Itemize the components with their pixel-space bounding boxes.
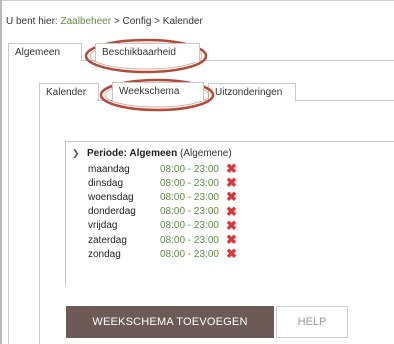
day-time[interactable]: 08:00 - 23:00	[160, 164, 226, 175]
day-row-zondag: zondag 08:00 - 23:00 ✖	[88, 247, 237, 261]
breadcrumb-item-kalender: Kalender	[162, 16, 203, 27]
tab-kalender-label: Kalender	[46, 87, 87, 98]
day-time[interactable]: 08:00 - 23:00	[160, 220, 226, 231]
day-name: vrijdag	[88, 220, 118, 232]
day-time[interactable]: 08:00 - 23:00	[160, 249, 226, 260]
delete-icon[interactable]: ✖	[226, 190, 237, 203]
day-name: woensdag	[88, 191, 134, 203]
breadcrumb-item-config[interactable]: Config	[122, 16, 151, 27]
day-row-zaterdag: zaterdag 08:00 - 23:00 ✖	[88, 233, 237, 247]
period-header[interactable]: ❯ Periode: Algemeen (Algemene)	[72, 148, 232, 159]
breadcrumb-separator: >	[154, 16, 161, 27]
day-row-vrijdag: vrijdag 08:00 - 23:00 ✖	[88, 219, 237, 233]
period-subtitle: (Algemene)	[180, 148, 232, 159]
day-name: maandag	[88, 163, 130, 175]
tab-uitzonderingen-label: Uitzonderingen	[215, 87, 283, 98]
breadcrumb-separator: >	[113, 16, 120, 27]
tab-beschikbaarheid-label: Beschikbaarheid	[102, 47, 176, 58]
tab-uitzonderingen[interactable]: Uitzonderingen	[208, 83, 296, 101]
add-weekschema-button[interactable]: WEEKSCHEMA TOEVOEGEN	[66, 306, 274, 338]
breadcrumb-item-zaalbeheer[interactable]: Zaalbeheer	[60, 16, 111, 27]
breadcrumb: U bent hier: Zaalbeheer > Config > Kalen…	[6, 16, 203, 27]
period-title: Periode: Algemeen	[87, 148, 178, 159]
day-row-woensdag: woensdag 08:00 - 23:00 ✖	[88, 190, 237, 204]
delete-icon[interactable]: ✖	[226, 162, 237, 175]
tab-weekschema[interactable]: Weekschema	[112, 82, 204, 101]
delete-icon[interactable]: ✖	[226, 219, 237, 232]
delete-icon[interactable]: ✖	[226, 176, 237, 189]
day-time[interactable]: 08:00 - 23:00	[160, 235, 226, 246]
day-name: donderdag	[88, 206, 136, 218]
day-row-donderdag: donderdag 08:00 - 23:00 ✖	[88, 205, 237, 219]
day-time[interactable]: 08:00 - 23:00	[160, 192, 226, 203]
chevron-down-icon[interactable]: ❯	[72, 148, 81, 159]
delete-icon[interactable]: ✖	[226, 205, 237, 218]
day-time[interactable]: 08:00 - 23:00	[160, 178, 226, 189]
delete-icon[interactable]: ✖	[226, 247, 237, 260]
help-button[interactable]: HELP	[276, 306, 348, 338]
breadcrumb-prefix: U bent hier:	[6, 16, 58, 27]
day-list: maandag 08:00 - 23:00 ✖ dinsdag 08:00 - …	[88, 162, 237, 261]
day-name: zaterdag	[88, 234, 127, 246]
window-edge	[0, 0, 2, 344]
day-time[interactable]: 08:00 - 23:00	[160, 206, 226, 217]
day-row-dinsdag: dinsdag 08:00 - 23:00 ✖	[88, 176, 237, 190]
tab-beschikbaarheid[interactable]: Beschikbaarheid	[95, 43, 200, 62]
tab-weekschema-label: Weekschema	[119, 86, 180, 97]
day-row-maandag: maandag 08:00 - 23:00 ✖	[88, 162, 237, 176]
day-name: dinsdag	[88, 177, 124, 189]
tab-kalender[interactable]: Kalender	[39, 83, 99, 101]
day-name: zondag	[88, 248, 121, 260]
tab-algemeen-label: Algemeen	[15, 47, 61, 58]
tab-algemeen[interactable]: Algemeen	[8, 43, 82, 61]
delete-icon[interactable]: ✖	[226, 233, 237, 246]
